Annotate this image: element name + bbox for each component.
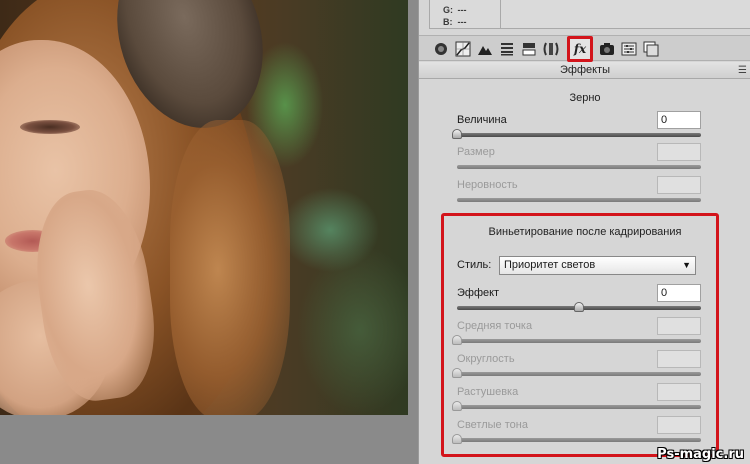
basic-icon[interactable]: [431, 39, 451, 59]
grain-section-title: Зерно: [569, 92, 601, 104]
histogram-info-box: [501, 0, 750, 29]
lens-corrections-icon[interactable]: [541, 39, 561, 59]
panel-title: Эффекты: [559, 64, 610, 76]
tone-curve-icon[interactable]: [453, 39, 473, 59]
style-label: Стиль:: [457, 259, 492, 271]
vignette-style-row: Стиль: Приоритет светов ▼: [457, 256, 701, 276]
split-toning-icon[interactable]: [519, 39, 539, 59]
style-dropdown[interactable]: Приоритет светов ▼: [499, 256, 696, 275]
slider-roundness: Округлость: [452, 350, 701, 383]
camera-calibration-icon[interactable]: [597, 39, 617, 59]
hsl-icon[interactable]: [497, 39, 517, 59]
watermark: Ps-magic.ru: [657, 447, 744, 462]
amount-value-field[interactable]: 0: [657, 111, 701, 129]
slider-label: Растушевка: [457, 386, 519, 398]
slider-track[interactable]: [457, 438, 701, 442]
slider-track[interactable]: [457, 165, 701, 169]
image-preview-area: [0, 0, 418, 464]
slider-feather: Растушевка: [452, 383, 701, 416]
roughness-value-field[interactable]: [657, 176, 701, 194]
slider-thumb[interactable]: [452, 129, 462, 139]
feather-value-field[interactable]: [657, 383, 701, 401]
photo-preview[interactable]: [0, 0, 408, 415]
slider-effect: Эффект 0: [457, 284, 701, 317]
photo-curls: [170, 120, 290, 415]
slider-thumb[interactable]: [574, 302, 584, 312]
effects-icon[interactable]: fx: [567, 36, 593, 62]
slider-highlights: Светлые тона: [452, 416, 701, 449]
readout-row-g: G: ---: [443, 5, 467, 15]
readout-row-b: B: ---: [443, 17, 467, 27]
adjustments-panel: G: --- B: --- fx Эффекты ☰ Зерно Величин…: [418, 0, 750, 464]
slider-label: Неровность: [457, 179, 518, 191]
slider-track[interactable]: [457, 372, 701, 376]
panel-header: Эффекты ☰: [419, 62, 750, 79]
slider-label: Величина: [457, 114, 507, 126]
slider-thumb[interactable]: [452, 434, 462, 444]
panel-tab-toolbar: fx: [419, 35, 750, 62]
highlights-value-field[interactable]: [657, 416, 701, 434]
slider-track[interactable]: [457, 133, 701, 137]
readout-value: ---: [457, 17, 467, 27]
slider-thumb[interactable]: [452, 401, 462, 411]
slider-track[interactable]: [457, 198, 701, 202]
slider-roughness: Неровность: [457, 176, 701, 209]
slider-label: Размер: [457, 146, 495, 158]
midpoint-value-field[interactable]: [657, 317, 701, 335]
roundness-value-field[interactable]: [657, 350, 701, 368]
snapshots-icon[interactable]: [641, 39, 661, 59]
detail-icon[interactable]: [475, 39, 495, 59]
vignette-section-title: Виньетирование после кадрирования: [488, 226, 682, 238]
slider-track[interactable]: [457, 339, 701, 343]
readout-value: ---: [457, 5, 467, 15]
style-dropdown-value: Приоритет светов: [504, 259, 596, 271]
slider-thumb[interactable]: [452, 335, 462, 345]
slider-thumb[interactable]: [452, 368, 462, 378]
slider-label: Округлость: [457, 353, 515, 365]
slider-label: Эффект: [457, 287, 500, 299]
panel-menu-icon[interactable]: ☰: [738, 62, 747, 79]
slider-size: Размер: [457, 143, 701, 176]
chevron-down-icon: ▼: [682, 260, 691, 270]
size-value-field[interactable]: [657, 143, 701, 161]
effects-icon-label: fx: [573, 42, 587, 56]
readout-label: G:: [443, 5, 453, 15]
slider-amount: Величина 0: [452, 111, 701, 144]
slider-midpoint: Средняя точка: [452, 317, 701, 350]
photo-eye: [20, 120, 80, 134]
readout-label: B:: [443, 17, 453, 27]
slider-label: Средняя точка: [457, 320, 533, 332]
effect-value-field[interactable]: 0: [657, 284, 701, 302]
slider-track[interactable]: [457, 405, 701, 409]
slider-label: Светлые тона: [457, 419, 528, 431]
presets-icon[interactable]: [619, 39, 639, 59]
rgb-readout: G: --- B: ---: [419, 0, 750, 33]
